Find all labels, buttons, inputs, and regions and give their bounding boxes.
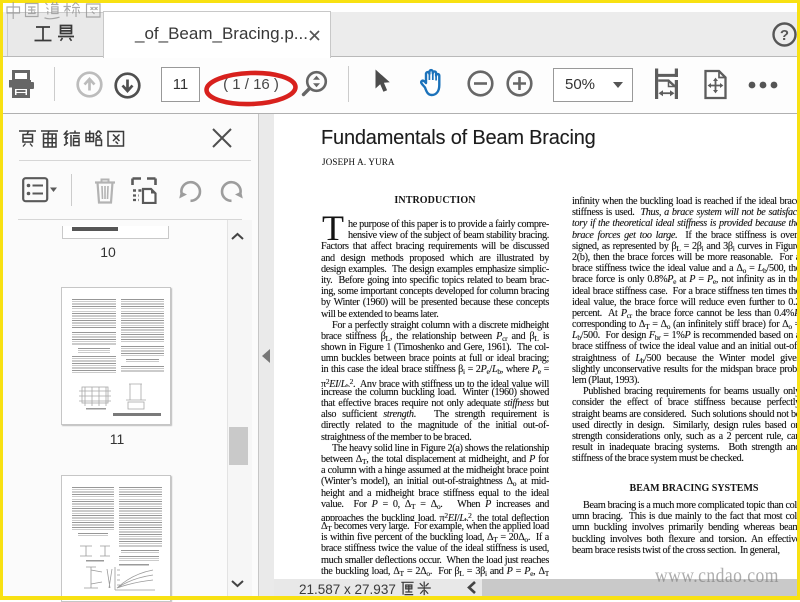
svg-text:?: ? <box>780 27 789 44</box>
